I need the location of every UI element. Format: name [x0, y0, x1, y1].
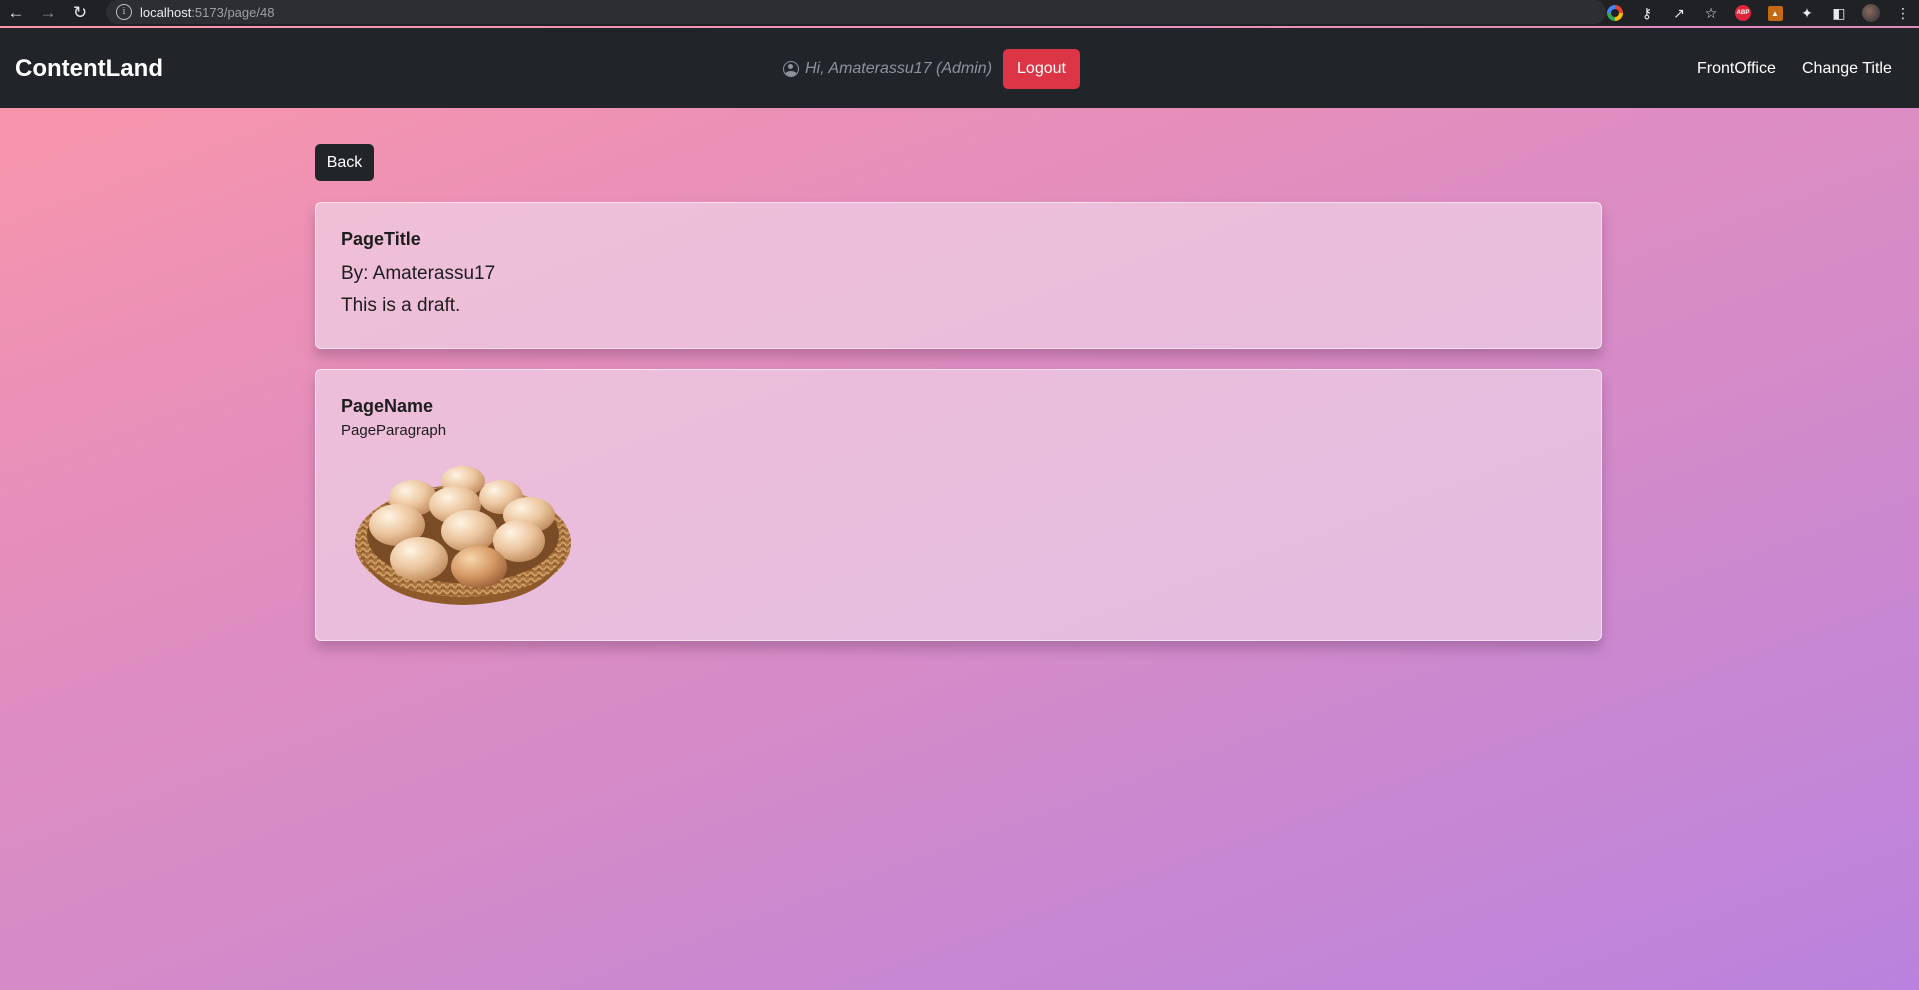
page-body-card: PageName PageParagraph	[315, 369, 1602, 641]
browser-toolbar: ← → ↻ i localhost:5173/page/48 ⚷ ↗ ☆ ABP…	[0, 0, 1919, 26]
back-button[interactable]: Back	[315, 144, 374, 181]
forward-arrow-icon[interactable]: →	[32, 0, 64, 26]
adblock-icon[interactable]: ABP	[1727, 0, 1759, 26]
page-header-card: PageTitle By: Amaterassu17 This is a dra…	[315, 202, 1602, 349]
reload-icon[interactable]: ↻	[64, 0, 96, 26]
greeting-text: Hi, Amaterassu17 (Admin)	[805, 60, 993, 77]
extension-orange-icon[interactable]: ▲	[1759, 0, 1791, 26]
page-name: PageName	[341, 396, 434, 416]
egg-basket-image	[355, 466, 571, 605]
url-path: :5173/page/48	[191, 4, 275, 20]
brand-logo[interactable]: ContentLand	[15, 55, 163, 83]
share-icon[interactable]: ↗	[1663, 0, 1695, 26]
page-author: By: Amaterassu17	[341, 263, 496, 284]
draft-status: This is a draft.	[341, 295, 461, 316]
logout-button[interactable]: Logout	[1003, 49, 1080, 89]
bookmark-star-icon[interactable]: ☆	[1695, 0, 1727, 26]
google-icon[interactable]	[1599, 0, 1631, 26]
key-icon[interactable]: ⚷	[1631, 0, 1663, 26]
menu-dots-icon[interactable]: ⋮	[1887, 0, 1919, 26]
extensions-area: ⚷ ↗ ☆ ABP ▲ ✦ ◧ ⋮	[1599, 0, 1919, 26]
page-paragraph: PageParagraph	[341, 422, 447, 439]
back-arrow-icon[interactable]: ←	[0, 0, 32, 26]
nav-link-frontoffice[interactable]: FrontOffice	[1697, 60, 1776, 78]
puzzle-extensions-icon[interactable]: ✦	[1791, 0, 1823, 26]
address-bar[interactable]: i localhost:5173/page/48	[106, 0, 1606, 24]
side-panel-icon[interactable]: ◧	[1823, 0, 1855, 26]
profile-avatar-icon[interactable]	[1855, 0, 1887, 26]
page-title: PageTitle	[341, 229, 421, 249]
nav-link-change-title[interactable]: Change Title	[1802, 60, 1892, 78]
site-info-icon[interactable]: i	[116, 4, 132, 20]
app-navbar: ContentLand Hi, Amaterassu17 (Admin) Log…	[0, 28, 1919, 108]
user-greeting: Hi, Amaterassu17 (Admin)	[783, 60, 992, 78]
url-host: localhost	[140, 4, 192, 20]
user-circle-icon	[783, 61, 799, 77]
